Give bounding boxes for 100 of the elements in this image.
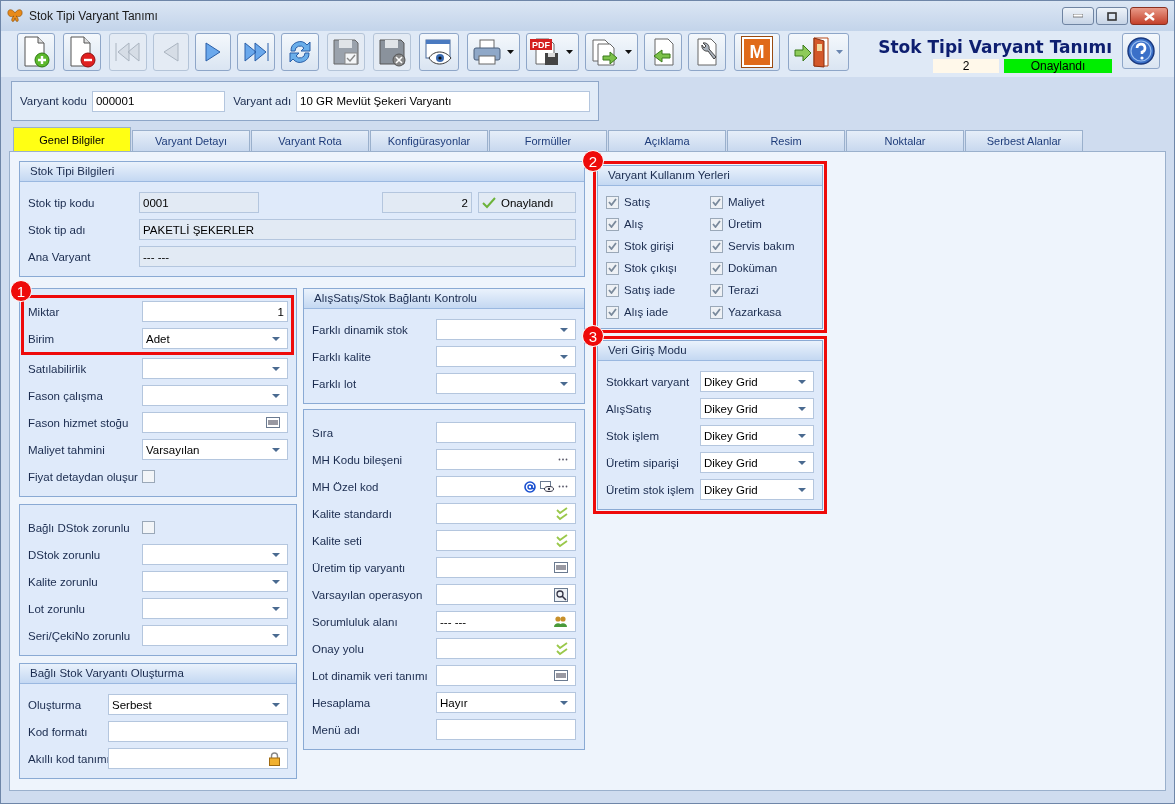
lookup-field[interactable]	[142, 412, 288, 433]
caret-icon	[798, 379, 806, 384]
number-field[interactable]: 1	[142, 301, 288, 322]
barcode-icon	[554, 562, 568, 573]
tab[interactable]: Açıklama	[608, 130, 726, 151]
checkbox[interactable]	[710, 261, 723, 275]
lookup-field[interactable]	[436, 557, 576, 578]
lookup-field[interactable]	[436, 503, 576, 524]
checkbox[interactable]	[606, 261, 619, 275]
lookup-field[interactable]	[436, 638, 576, 659]
dropdown-field[interactable]	[142, 571, 288, 592]
dropdown-field[interactable]: Dikey Grid	[700, 398, 814, 419]
caret-icon	[798, 433, 806, 438]
checkbox-label: Doküman	[728, 262, 779, 274]
text-field[interactable]	[108, 721, 288, 742]
dropdown-field[interactable]	[142, 625, 288, 646]
caret-icon	[272, 393, 280, 398]
tab[interactable]: Resim	[727, 130, 845, 151]
checkbox[interactable]	[710, 239, 723, 253]
dropdown-field[interactable]	[436, 319, 576, 340]
minimize-button[interactable]	[1062, 7, 1094, 25]
text-field[interactable]: 10 GR Mevlüt Şekeri Varyantı	[296, 90, 590, 112]
tab[interactable]: Varyant Detayı	[132, 130, 250, 151]
lookup-field[interactable]	[436, 476, 576, 497]
toolbar-button[interactable]	[788, 33, 849, 71]
text-field[interactable]	[436, 422, 576, 443]
lookup-field[interactable]: --- ---	[436, 611, 576, 632]
tab[interactable]: Serbest Alanlar	[965, 130, 1083, 151]
caret-icon	[798, 460, 806, 465]
dropdown-field[interactable]	[142, 544, 288, 565]
lookup-field[interactable]	[436, 665, 576, 686]
checkbox[interactable]	[606, 305, 619, 319]
field-label: Onay yolu	[312, 642, 365, 655]
toolbar-button[interactable]: PDF	[526, 33, 579, 71]
dropdown-field[interactable]	[436, 346, 576, 367]
checkbox[interactable]	[142, 470, 155, 483]
tab[interactable]: Varyant Rota	[251, 130, 369, 151]
checkbox[interactable]	[710, 217, 723, 231]
checkbox[interactable]	[710, 283, 723, 297]
field-label: Stok işlem	[606, 429, 661, 442]
dropdown-field[interactable]: Dikey Grid	[700, 479, 814, 500]
lookup-field[interactable]	[436, 530, 576, 551]
dropdown-field[interactable]: Hayır	[436, 692, 576, 713]
dropdown-field[interactable]: Varsayılan	[142, 439, 288, 460]
toolbar-button[interactable]	[237, 33, 275, 71]
new-document-icon	[21, 36, 51, 68]
checkbox[interactable]	[710, 195, 723, 209]
field-label: Lot dinamik veri tanımı	[312, 669, 429, 682]
field-label: Maliyet tahmini	[28, 443, 106, 456]
checkbox[interactable]	[142, 521, 155, 534]
checkbox-label: Terazi	[728, 284, 760, 296]
at-icon	[524, 480, 536, 493]
tab[interactable]: Genel Bilgiler	[13, 127, 131, 151]
ellipsis-icon	[558, 485, 568, 488]
checkbox[interactable]	[606, 217, 619, 231]
field-label: Sorumluluk alanı	[312, 615, 399, 628]
tab[interactable]: Noktalar	[846, 130, 964, 151]
toolbar-button[interactable]	[419, 33, 459, 71]
toolbar-button[interactable]	[644, 33, 682, 71]
dropdown-field[interactable]: Serbest	[108, 694, 288, 715]
tab[interactable]: Formüller	[489, 130, 607, 151]
dropdown-field[interactable]: Dikey Grid	[700, 425, 814, 446]
dropdown-field[interactable]	[142, 385, 288, 406]
toolbar-button[interactable]	[63, 33, 101, 71]
lookup-field[interactable]	[436, 584, 576, 605]
dropdown-field[interactable]: Dikey Grid	[700, 371, 814, 392]
dropdown-field[interactable]: Dikey Grid	[700, 452, 814, 473]
field-label: Menü adı	[312, 723, 361, 736]
toolbar-button[interactable]	[688, 33, 726, 71]
number-badge: 1	[10, 280, 32, 302]
butterfly-icon	[7, 8, 23, 24]
dropdown-field[interactable]	[142, 598, 288, 619]
checkbox-label: Alış iade	[624, 306, 670, 318]
toolbar-button[interactable]	[585, 33, 638, 71]
text-field[interactable]: 000001	[91, 90, 226, 112]
checkbox[interactable]	[710, 305, 723, 319]
help-icon	[1126, 36, 1156, 66]
field-label: Varyant adı	[233, 95, 293, 107]
checkbox[interactable]	[606, 239, 619, 253]
toolbar-button[interactable]	[195, 33, 231, 71]
lookup-field[interactable]	[108, 748, 288, 769]
dropdown-field[interactable]	[436, 373, 576, 394]
help-button[interactable]	[1122, 33, 1160, 69]
tab[interactable]: Konfigürasyonlar	[370, 130, 488, 151]
exit-door-icon	[792, 36, 832, 68]
close-button[interactable]	[1130, 7, 1168, 25]
text-field[interactable]	[436, 719, 576, 740]
checkbox[interactable]	[606, 195, 619, 209]
checkbox[interactable]	[606, 283, 619, 297]
field-label: Stok tip adı	[28, 223, 87, 236]
toolbar-button[interactable]	[17, 33, 55, 71]
form-title: Stok Tipi Varyant Tanımı	[878, 37, 1112, 57]
lookup-field[interactable]	[436, 449, 576, 470]
toolbar-button[interactable]	[281, 33, 319, 71]
dropdown-field[interactable]: Adet	[142, 328, 288, 349]
dropdown-field[interactable]	[142, 358, 288, 379]
toolbar-button[interactable]	[467, 33, 520, 71]
maximize-button[interactable]	[1096, 7, 1128, 25]
caret-icon	[560, 327, 568, 332]
double-check-icon	[556, 533, 568, 548]
